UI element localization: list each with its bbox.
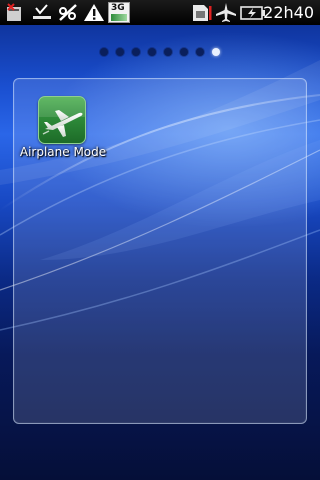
network-3g-label: 3G <box>111 3 125 13</box>
sim-card-icon <box>193 5 212 21</box>
airplane-icon <box>216 3 236 22</box>
usb-debug-icon <box>59 4 77 21</box>
sd-card-error-icon <box>7 3 21 21</box>
warning-icon <box>84 4 104 21</box>
home-page-indicator <box>0 46 320 58</box>
page-dot[interactable] <box>116 48 124 56</box>
status-bar: 3G 22h40 <box>0 0 320 25</box>
page-dot-active[interactable] <box>212 48 220 56</box>
airplane-icon <box>39 97 85 137</box>
download-complete-icon <box>33 4 51 19</box>
status-time: 22h40 <box>263 3 314 22</box>
page-dot[interactable] <box>100 48 108 56</box>
page-dot[interactable] <box>180 48 188 56</box>
page-dot[interactable] <box>132 48 140 56</box>
page-dot[interactable] <box>196 48 204 56</box>
page-dot[interactable] <box>148 48 156 56</box>
page-dot[interactable] <box>164 48 172 56</box>
network-3g-icon: 3G <box>108 2 130 23</box>
app-label[interactable]: Airplane Mode <box>16 145 110 159</box>
battery-icon <box>240 6 265 20</box>
app-shortcut-airplane-mode[interactable]: Airplane Mode <box>16 96 110 166</box>
airplane-mode-app-icon[interactable] <box>38 96 86 144</box>
